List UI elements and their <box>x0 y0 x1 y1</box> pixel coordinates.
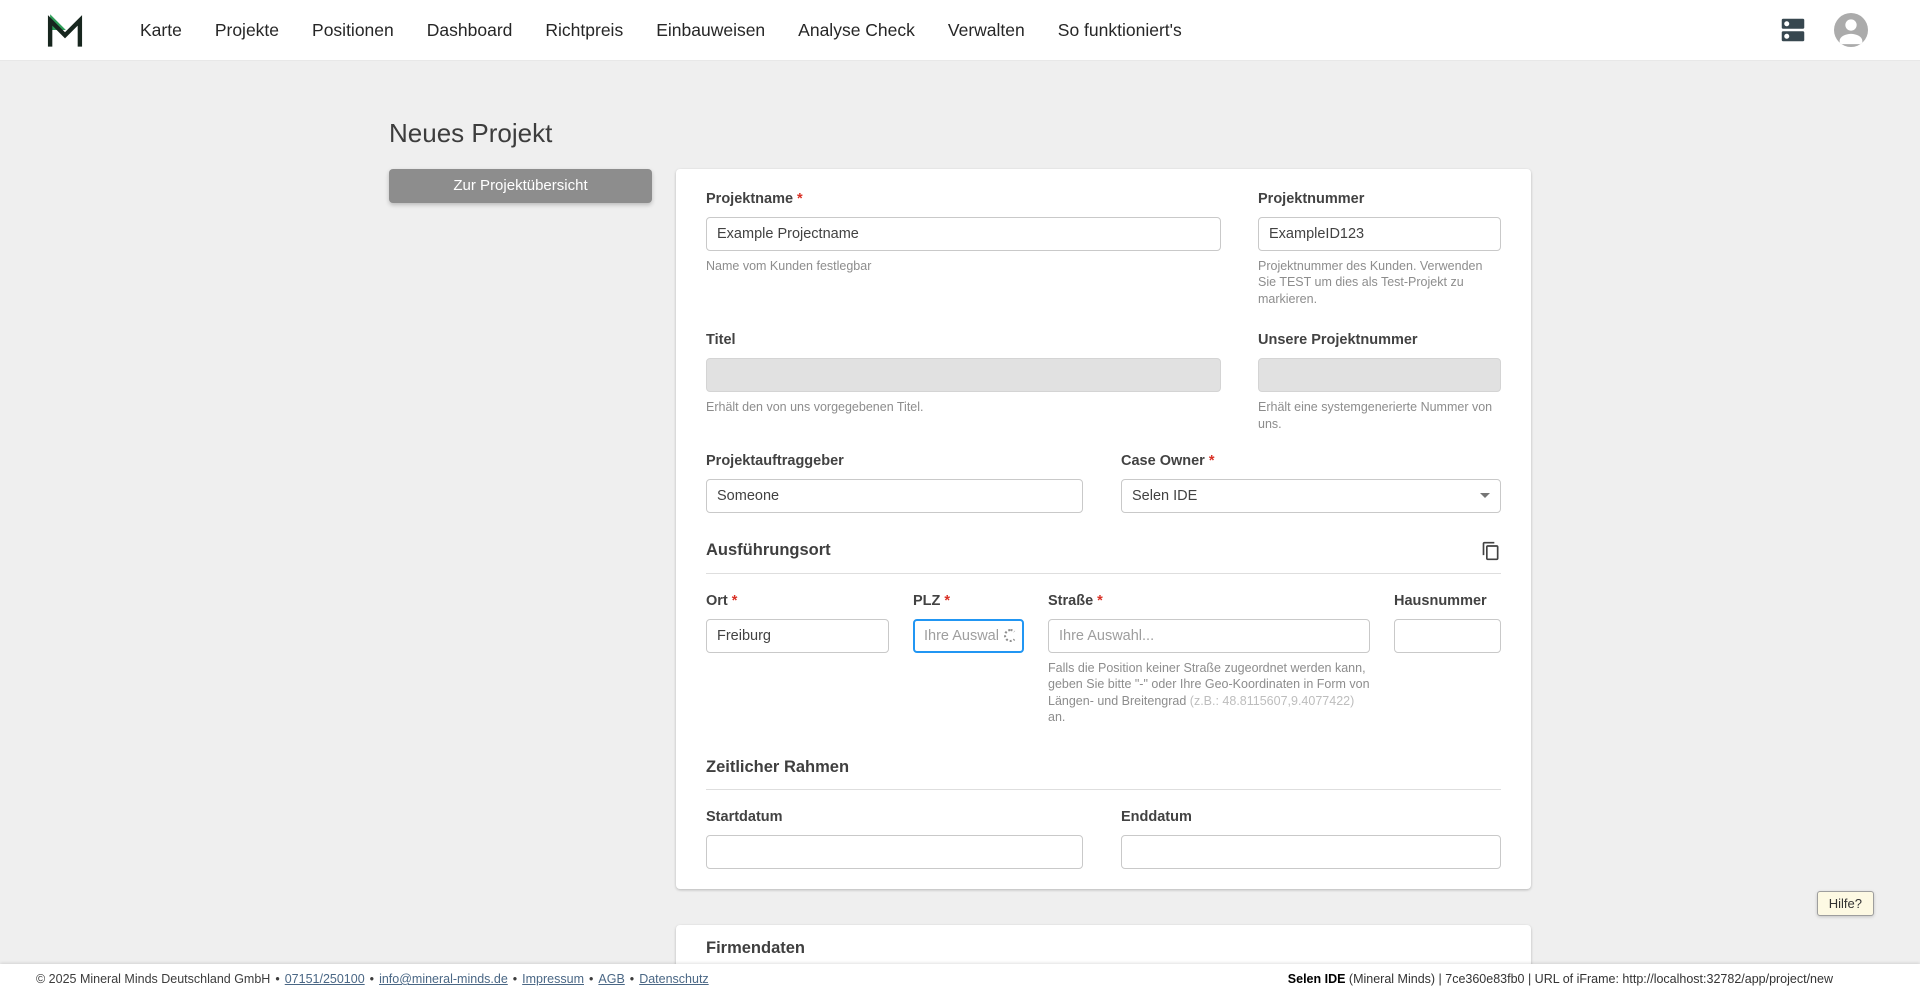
footer-separator: • <box>629 972 635 986</box>
enddatum-label: Enddatum <box>1121 808 1192 825</box>
case-owner-label: Case Owner <box>1121 453 1205 470</box>
required-marker: * <box>1097 592 1103 609</box>
projektname-input[interactable] <box>706 216 1221 251</box>
footer-session-user: Selen IDE <box>1287 972 1346 986</box>
projektname-label: Projektname <box>706 190 794 207</box>
nav-item-so-funktionierts[interactable]: So funktioniert's <box>1058 20 1182 41</box>
nav-item-karte[interactable]: Karte <box>140 20 182 41</box>
projektnummer-helper: Projektnummer des Kunden. Verwenden Sie … <box>1258 258 1483 306</box>
user-avatar-icon <box>1839 19 1863 45</box>
required-marker: * <box>944 592 951 609</box>
unsere-projektnummer-input <box>1258 358 1501 393</box>
nav-item-dashboard[interactable]: Dashboard <box>427 20 513 41</box>
projektauftraggeber-input[interactable] <box>706 478 1083 513</box>
strasse-input[interactable] <box>1048 618 1370 653</box>
footer-session-info: Selen IDE (Mineral Minds) | 7ce360e83fb0… <box>1288 972 1833 986</box>
titel-helper: Erhält den von uns vorgegebenen Titel. <box>706 400 924 415</box>
titel-label: Titel <box>706 332 736 349</box>
firmendaten-heading: Firmendaten <box>706 938 806 957</box>
app-footer: © 2025 Mineral Minds Deutschland GmbH • … <box>0 964 1920 994</box>
case-owner-value: Selen IDE <box>1132 487 1198 504</box>
strasse-label: Straße <box>1048 592 1094 609</box>
nav-item-analyse-check[interactable]: Analyse Check <box>798 20 915 41</box>
required-marker: * <box>731 592 738 609</box>
footer-link-email[interactable]: info@mineral-minds.de <box>379 972 508 986</box>
footer-copyright: © 2025 Mineral Minds Deutschland GmbH <box>36 972 271 986</box>
loading-spinner-icon <box>1004 628 1017 642</box>
top-nav: Karte Projekte Positionen Dashboard Rich… <box>0 0 1920 61</box>
hausnummer-label: Hausnummer <box>1394 592 1487 609</box>
case-owner-select[interactable]: Selen IDE <box>1121 478 1501 513</box>
zeitlicher-rahmen-heading: Zeitlicher Rahmen <box>706 757 850 776</box>
ort-input[interactable] <box>706 618 889 653</box>
chevron-down-icon <box>1480 493 1490 499</box>
nav-item-verwalten[interactable]: Verwalten <box>948 20 1025 41</box>
ausfuehrungsort-heading: Ausführungsort <box>706 541 831 560</box>
nav-item-positionen[interactable]: Positionen <box>312 20 394 41</box>
nav-item-projekte[interactable]: Projekte <box>215 20 279 41</box>
footer-separator: • <box>369 972 375 986</box>
startdatum-input[interactable] <box>706 834 1083 869</box>
unsere-projektnummer-helper: Erhält eine systemgenerierte Nummer von … <box>1258 400 1493 431</box>
footer-link-datenschutz[interactable]: Datenschutz <box>639 972 708 986</box>
page-title: Neues Projekt <box>389 118 553 148</box>
enddatum-input[interactable] <box>1121 834 1501 869</box>
required-marker: * <box>1208 453 1215 470</box>
nav-item-einbauweisen[interactable]: Einbauweisen <box>656 20 765 41</box>
plz-label: PLZ <box>913 592 941 609</box>
mineral-minds-logo[interactable] <box>44 9 86 51</box>
help-button[interactable]: Hilfe? <box>1816 891 1874 916</box>
footer-separator: • <box>512 972 518 986</box>
projektauftraggeber-label: Projektauftraggeber <box>706 453 844 470</box>
footer-session-details: (Mineral Minds) | 7ce360e83fb0 | URL of … <box>1345 972 1833 986</box>
footer-link-agb[interactable]: AGB <box>598 972 624 986</box>
user-avatar[interactable] <box>1834 13 1868 47</box>
main-navigation: Karte Projekte Positionen Dashboard Rich… <box>140 20 1182 41</box>
main-content: Neues Projekt Zur Projektübersicht Proje… <box>0 61 1920 964</box>
hausnummer-input[interactable] <box>1394 618 1501 653</box>
required-marker: * <box>797 190 803 207</box>
footer-link-impressum[interactable]: Impressum <box>522 972 584 986</box>
projektnummer-label: Projektnummer <box>1258 190 1365 207</box>
section-divider <box>706 788 1501 790</box>
section-divider <box>706 572 1501 574</box>
nav-item-richtpreis[interactable]: Richtpreis <box>545 20 623 41</box>
strasse-helper: Falls die Position keiner Straße zugeord… <box>1048 660 1370 725</box>
startdatum-label: Startdatum <box>706 808 783 825</box>
titel-input <box>706 358 1221 393</box>
unsere-projektnummer-label: Unsere Projektnummer <box>1258 332 1418 349</box>
back-to-overview-button[interactable]: Zur Projektübersicht <box>389 168 652 203</box>
ort-label: Ort <box>706 592 728 609</box>
footer-separator: • <box>275 972 280 986</box>
footer-link-phone[interactable]: 07151/250100 <box>285 972 365 986</box>
project-form-card: Projektname* Name vom Kunden festlegbar … <box>676 168 1531 889</box>
server-icon[interactable] <box>1778 15 1808 45</box>
company-data-card: Firmendaten <box>676 924 1531 964</box>
projektname-helper: Name vom Kunden festlegbar <box>706 258 872 273</box>
logo-m-icon <box>47 14 83 47</box>
copy-icon[interactable] <box>1481 541 1501 561</box>
footer-separator: • <box>589 972 594 986</box>
projektnummer-input[interactable] <box>1258 216 1501 251</box>
